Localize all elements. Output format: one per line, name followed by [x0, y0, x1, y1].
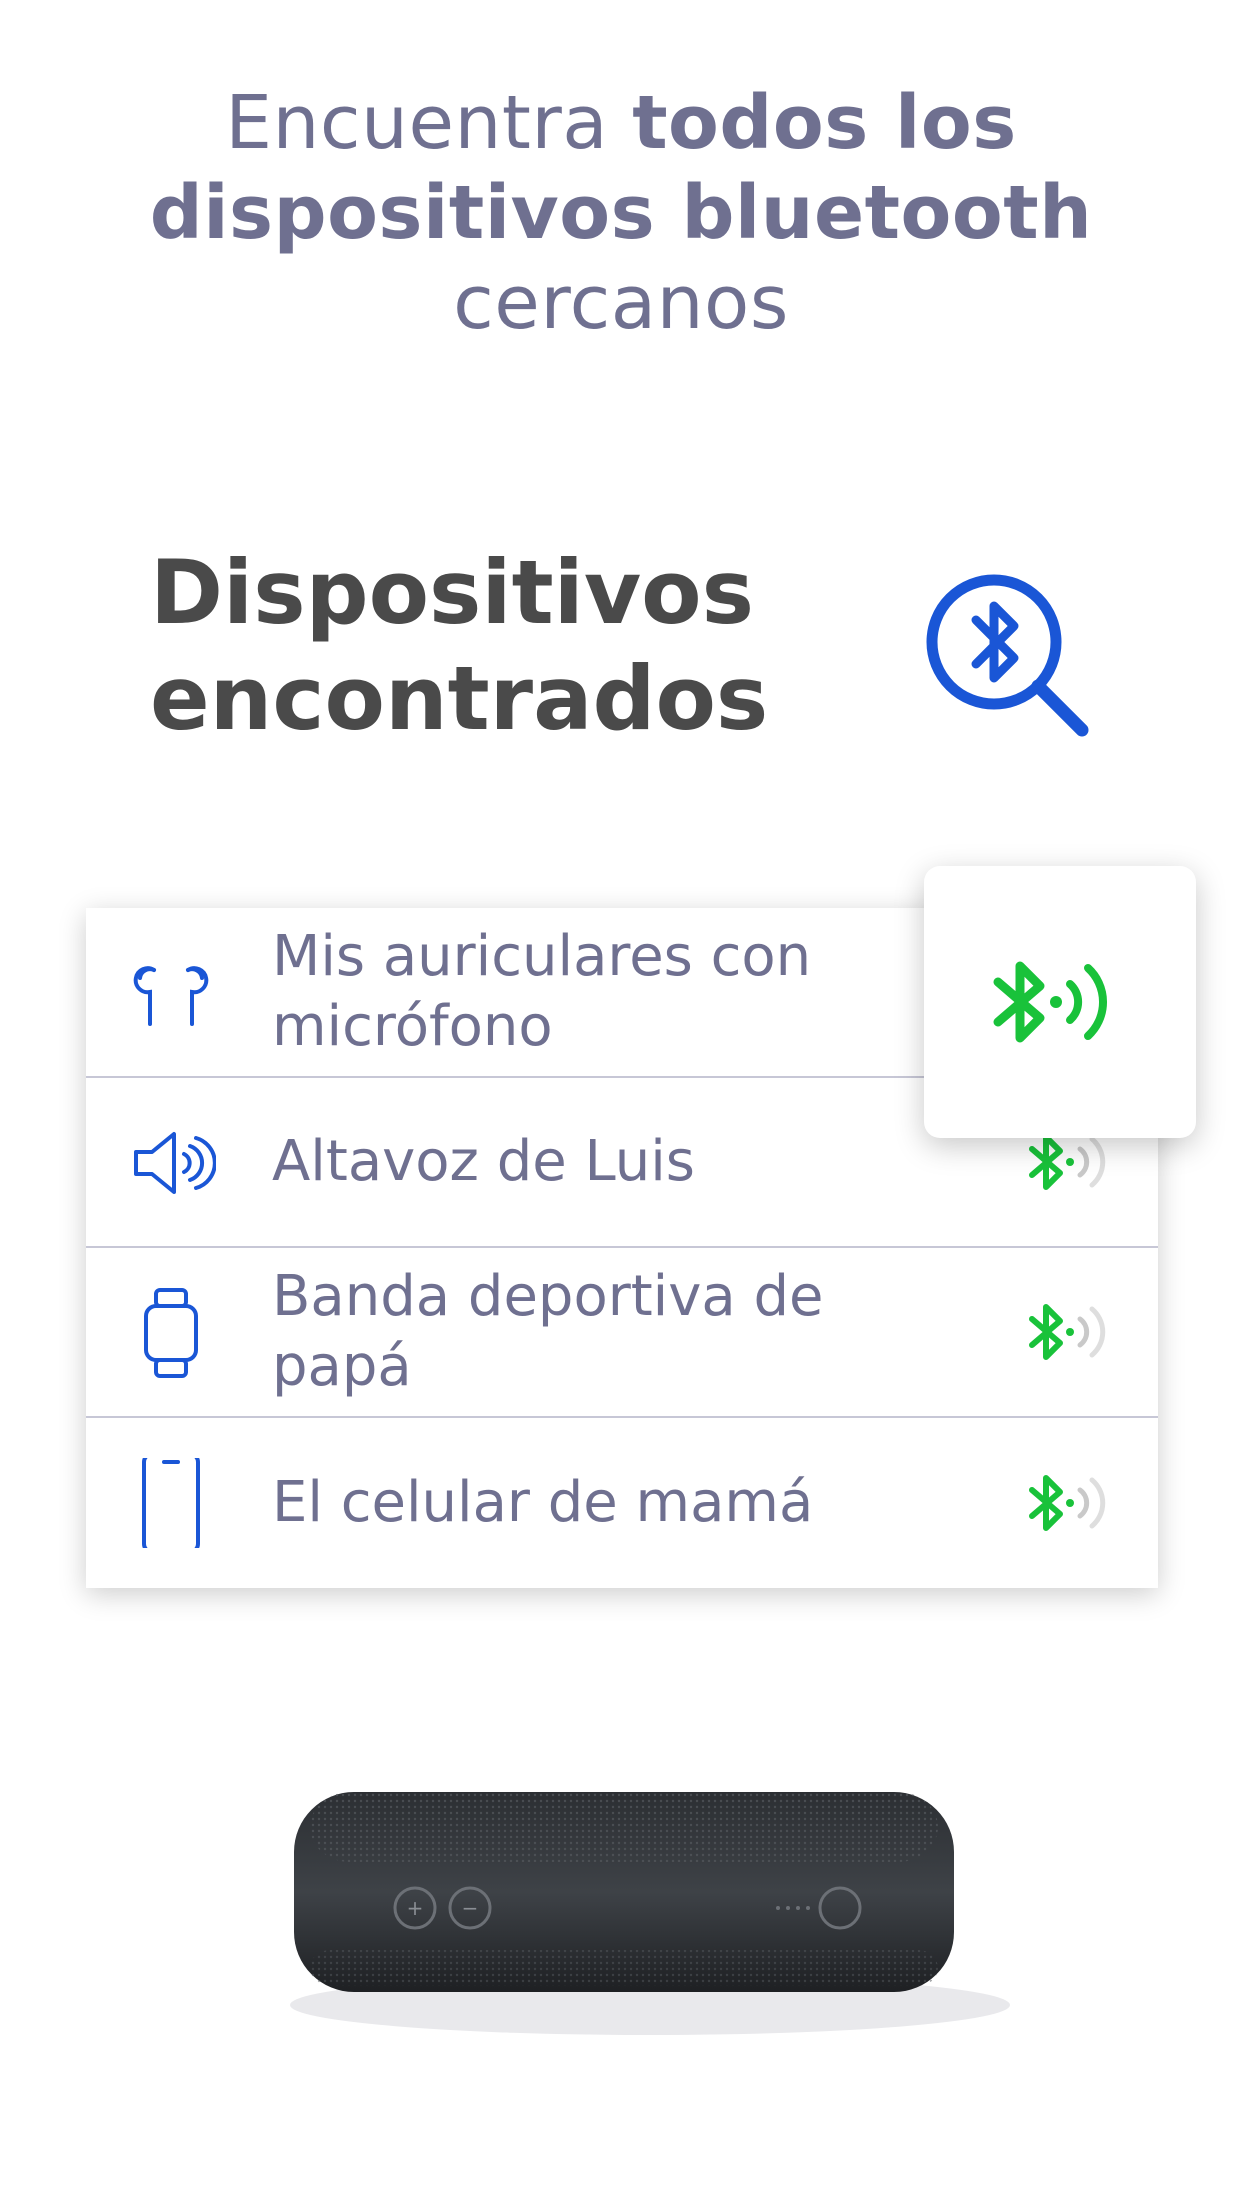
speaker-product-image: + − [290, 1792, 1010, 2035]
headline: Encuentra todos los dispositivos bluetoo… [0, 78, 1242, 348]
headline-part1: Encuentra [225, 80, 633, 166]
bluetooth-strong-signal-icon [993, 961, 1108, 1043]
section-title-line1: Dispositivos [150, 541, 755, 644]
signal-strength-popup [924, 866, 1196, 1138]
device-name: Altavoz de Luis [272, 1129, 695, 1194]
device-name: El celular de mamá [272, 1470, 814, 1535]
bluetooth-search-button[interactable] [922, 570, 1092, 740]
device-row[interactable]: El celular de mamá [86, 1418, 1158, 1588]
device-name: Mis auriculares con micrófono [272, 924, 812, 1059]
section-title-line2: encontrados [150, 647, 769, 750]
watch-icon [144, 1288, 198, 1378]
section-title: Dispositivos encontrados [150, 540, 768, 752]
bluetooth-search-icon [926, 574, 1089, 737]
bluetooth-signal-icon [1029, 1475, 1106, 1531]
speaker-icon [134, 1132, 216, 1194]
device-row[interactable]: Banda deportiva de papá [86, 1248, 1158, 1418]
device-name: Banda deportiva de papá [272, 1264, 824, 1399]
earbuds-icon [133, 966, 209, 1026]
svg-text:−: − [462, 1896, 479, 1920]
svg-text:+: + [407, 1896, 424, 1920]
headline-part2: cercanos [453, 260, 789, 346]
bluetooth-signal-icon [1029, 1304, 1106, 1360]
phone-icon [142, 1458, 200, 1548]
